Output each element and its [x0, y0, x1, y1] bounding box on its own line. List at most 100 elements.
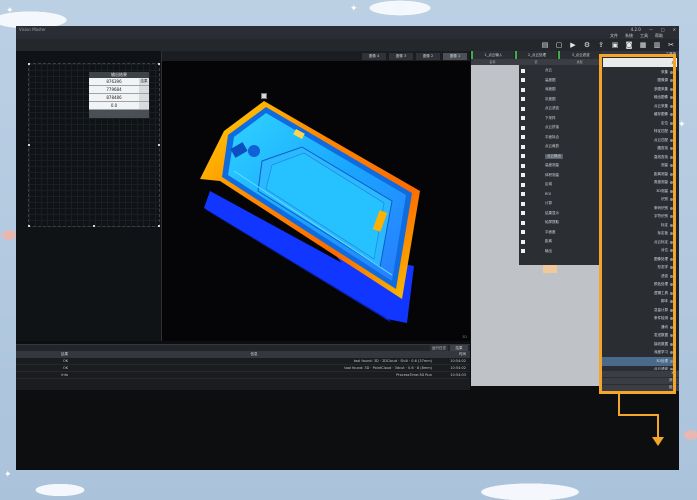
module-checkbox[interactable]	[521, 220, 525, 225]
module-item-label: 距离	[545, 239, 552, 243]
module-item[interactable]: 点云输出	[519, 153, 601, 160]
module-item-label: 输出	[545, 248, 552, 253]
module-item[interactable]: ROI	[519, 191, 601, 198]
log-row[interactable]: Info ProcessTime:3D Run 10:54:03	[16, 372, 470, 379]
module-confirm-button[interactable]	[543, 265, 557, 273]
module-item-label: 点云拼接	[545, 125, 559, 129]
table-icon[interactable]: ▦	[639, 41, 647, 49]
export-icon[interactable]: ⇪	[597, 41, 605, 49]
tab-run-log[interactable]: 运行日志	[430, 345, 448, 351]
module-checkbox[interactable]	[521, 125, 525, 130]
tab-image-4[interactable]: 图像 4	[362, 52, 386, 60]
point-cloud-render	[200, 101, 420, 323]
module-item[interactable]: 高度图	[519, 77, 601, 84]
layout-icon[interactable]: ▥	[653, 41, 661, 49]
module-item[interactable]: 区域	[519, 181, 601, 188]
log-message: tool found: 3D · PointCloud · 3dcut · 0.…	[344, 366, 432, 370]
tab-image-2[interactable]: 图像 2	[416, 52, 440, 60]
import-icon[interactable]: ▣	[611, 41, 619, 49]
maximize-icon[interactable]: □	[661, 27, 665, 32]
module-checkbox[interactable]	[521, 116, 525, 120]
module-checkbox[interactable]	[521, 239, 525, 244]
resize-handle[interactable]	[158, 225, 160, 227]
module-checkbox[interactable]	[521, 97, 525, 101]
resize-handle[interactable]	[28, 225, 30, 227]
annotation-line	[618, 414, 659, 416]
point-cloud-viewer[interactable]: 3D	[162, 61, 470, 341]
module-item[interactable]: 计算	[519, 200, 601, 207]
log-row[interactable]: OK tool found: 3D · 2DCloud · Sh4i · 0.6…	[16, 358, 470, 365]
tab-image-1[interactable]: 图像 1	[443, 52, 467, 60]
module-checkbox[interactable]	[521, 249, 525, 253]
module-checkbox[interactable]	[521, 106, 525, 111]
arrow-down-icon	[652, 437, 664, 446]
module-item-label: ROI	[545, 192, 552, 196]
log-col-result: 结果	[61, 352, 68, 356]
module-checkbox[interactable]	[521, 154, 525, 158]
resize-handle[interactable]	[158, 63, 160, 65]
view-tabs: 图像 4 图像 3 图像 2 图像 1	[162, 51, 470, 61]
module-item[interactable]: 点云裁剪	[519, 143, 601, 150]
settings-icon[interactable]: ⚙	[583, 41, 591, 49]
run-icon[interactable]: ▶	[569, 41, 577, 49]
module-checkbox[interactable]	[521, 201, 525, 206]
module-item-label: 轮廓提取	[545, 220, 559, 224]
module-item[interactable]: 点云拼接	[519, 124, 601, 131]
log-panel: 运行日志 结果 结果 信息 时间 OK tool found: 3D · 2DC…	[16, 344, 470, 390]
module-item[interactable]: 高度测量	[519, 162, 601, 169]
module-item[interactable]: 点云	[519, 67, 601, 74]
resize-handle[interactable]	[93, 225, 95, 227]
module-item-label: 深度图	[545, 87, 556, 91]
module-item[interactable]: 轮廓提取	[519, 219, 601, 226]
module-checkbox[interactable]	[521, 87, 525, 92]
module-item-label: 高度测量	[545, 163, 559, 167]
tab-module-2[interactable]: 2_点云处理	[514, 51, 558, 59]
resize-handle[interactable]	[158, 144, 160, 146]
module-checkbox[interactable]	[521, 211, 525, 215]
close-icon[interactable]: ✕	[673, 27, 676, 32]
module-item[interactable]: 灰度图	[519, 96, 601, 103]
camera-icon[interactable]: ◙	[625, 41, 633, 49]
module-checkbox[interactable]	[521, 173, 525, 177]
minimize-icon[interactable]: —	[649, 27, 653, 32]
resize-handle[interactable]	[28, 63, 30, 65]
module-item[interactable]: 结果显示	[519, 210, 601, 217]
module-checkbox[interactable]	[521, 163, 525, 168]
save-icon[interactable]: ▤	[541, 41, 549, 49]
module-checkbox[interactable]	[521, 144, 525, 149]
property-panel: 输出结果 876396 结果 779684 878486 0.0	[16, 51, 162, 341]
log-time: 10:54:02	[450, 366, 466, 370]
result-label	[139, 94, 149, 101]
module-list: 点云高度图深度图灰度图点云滤波下采样点云拼接平面拟合点云裁剪点云输出高度测量体积…	[519, 65, 601, 265]
module-item[interactable]: 体积测量	[519, 172, 601, 179]
module-checkbox[interactable]	[521, 135, 525, 139]
module-item-label: 点云	[545, 68, 552, 72]
result-value: 0.0	[89, 102, 139, 109]
module-item[interactable]: 点云滤波	[519, 105, 601, 112]
module-checkbox[interactable]	[521, 192, 525, 196]
module-checkbox[interactable]	[521, 78, 525, 82]
module-item-label: 高度图	[545, 77, 556, 82]
open-icon[interactable]: ▢	[555, 41, 563, 49]
module-checkbox[interactable]	[521, 182, 525, 187]
decoration-blob	[684, 430, 697, 440]
tab-result[interactable]: 结果	[450, 345, 468, 351]
module-item[interactable]: 距离	[519, 238, 601, 245]
log-result: OK	[62, 366, 68, 370]
module-item[interactable]: 平面度	[519, 229, 601, 236]
tool-icon[interactable]: ✂	[667, 41, 675, 49]
module-item[interactable]: 深度图	[519, 86, 601, 93]
tab-image-3[interactable]: 图像 3	[389, 52, 413, 60]
module-item[interactable]: 输出	[519, 248, 601, 255]
resize-handle[interactable]	[28, 144, 30, 146]
module-item[interactable]: 下采样	[519, 115, 601, 122]
result-table: 输出结果 876396 结果 779684 878486 0.0	[89, 72, 149, 118]
result-label: 结果	[139, 78, 149, 85]
tool-tree-scrollbar[interactable]	[676, 71, 679, 371]
tab-module-1[interactable]: 1_点云输入	[471, 51, 514, 59]
module-item[interactable]: 平面拟合	[519, 134, 601, 141]
module-checkbox[interactable]	[521, 68, 525, 73]
module-checkbox[interactable]	[521, 230, 525, 234]
log-row[interactable]: OK tool found: 3D · PointCloud · 3dcut ·…	[16, 365, 470, 372]
tab-module-3[interactable]: 3_点云滤波	[558, 51, 602, 59]
